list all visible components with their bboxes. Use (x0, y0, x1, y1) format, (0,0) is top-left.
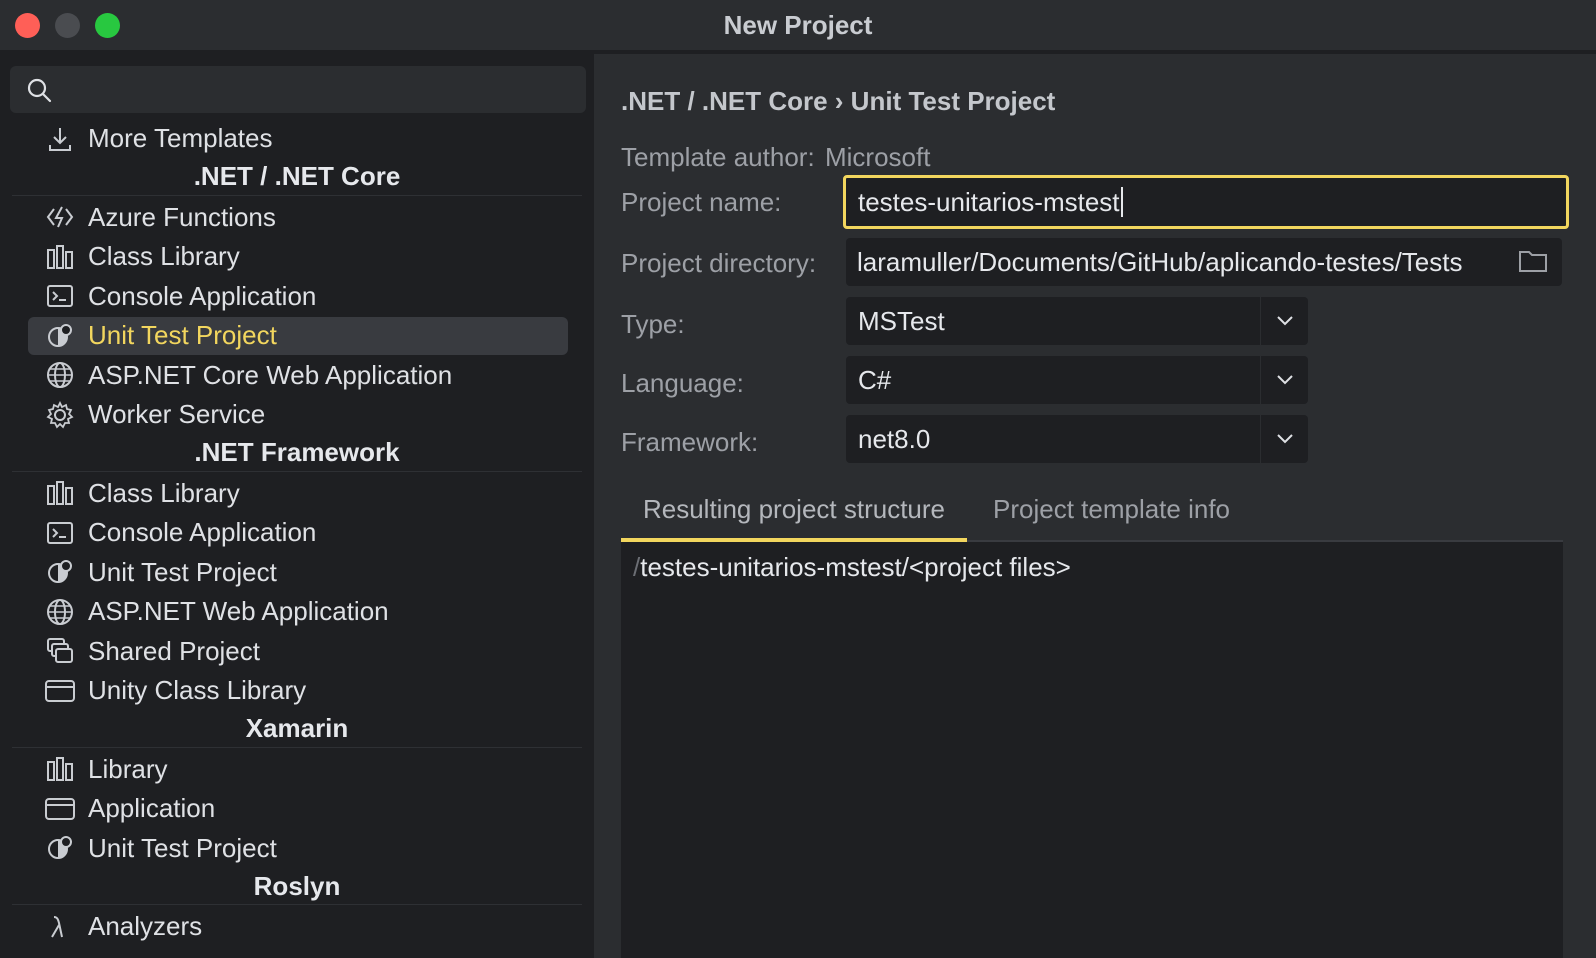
type-select[interactable]: MSTest (846, 297, 1308, 345)
structure-path: testes-unitarios-mstest/<project files> (640, 552, 1071, 582)
template-label: Unit Test Project (88, 556, 277, 587)
globe-icon (44, 359, 76, 391)
template-item-aspnet-core-web-application[interactable]: ASP.NET Core Web Application (0, 356, 594, 396)
project-name-value: testes-unitarios-mstest (858, 186, 1120, 217)
azure-functions-icon (44, 201, 76, 233)
search-icon (26, 77, 52, 108)
search-box[interactable] (10, 66, 586, 113)
text-caret (1120, 187, 1123, 217)
template-item-azure-functions[interactable]: Azure Functions (0, 198, 594, 238)
template-item-application[interactable]: Application (0, 789, 594, 829)
more-templates-item[interactable]: More Templates (0, 119, 594, 159)
gear-icon (44, 399, 76, 431)
folder-icon[interactable] (1518, 248, 1548, 281)
template-label: Analyzers (88, 911, 203, 942)
template-label: Console Application (88, 280, 317, 311)
template-label: Worker Service (88, 399, 266, 430)
project-name-label: Project name: (621, 187, 782, 217)
more-templates-label: More Templates (88, 123, 273, 154)
group-header-roslyn: Roslyn (12, 868, 582, 905)
unit-test-icon (44, 832, 76, 864)
template-label: ASP.NET Web Application (88, 596, 389, 627)
tab-resulting-project-structure[interactable]: Resulting project structure (621, 482, 967, 542)
template-item-class-library[interactable]: Class Library (0, 237, 594, 277)
framework-value: net8.0 (858, 423, 931, 454)
type-value: MSTest (858, 305, 945, 336)
template-item-unity-class-library[interactable]: Unity Class Library (0, 671, 594, 711)
template-label: Console Application (88, 517, 317, 548)
breadcrumb: .NET / .NET Core › Unit Test Project (621, 86, 1056, 116)
info-tabs: Resulting project structure Project temp… (621, 482, 1563, 542)
project-directory-value: laramuller/Documents/GitHub/aplicando-te… (857, 246, 1463, 277)
language-label: Language: (621, 368, 744, 398)
search-input[interactable] (60, 72, 560, 106)
analyzer-icon (44, 911, 76, 943)
project-directory-label: Project directory: (621, 248, 817, 278)
window-title: New Project (723, 10, 873, 40)
class-library-icon (44, 241, 76, 273)
project-structure-line: /testes-unitarios-mstest/<project files> (633, 552, 1071, 583)
chevron-down-icon[interactable] (1260, 297, 1308, 345)
template-label: Library (88, 753, 168, 784)
group-header-xamarin: Xamarin (12, 711, 582, 748)
type-label: Type: (621, 309, 685, 339)
chevron-down-icon[interactable] (1260, 415, 1308, 463)
template-label: Class Library (88, 241, 240, 272)
framework-label: Framework: (621, 427, 759, 457)
template-item-console-application[interactable]: Console Application (0, 513, 594, 553)
window-icon (44, 793, 76, 825)
template-item-unit-test-project[interactable]: Unit Test Project (0, 553, 594, 593)
class-library-icon (44, 477, 76, 509)
unit-test-icon (44, 556, 76, 588)
template-label: Class Library (88, 477, 240, 508)
window-icon (44, 675, 76, 707)
project-directory-field[interactable]: laramuller/Documents/GitHub/aplicando-te… (846, 238, 1562, 286)
unit-test-icon (44, 320, 76, 352)
class-library-icon (44, 753, 76, 785)
template-item-worker-service[interactable]: Worker Service (0, 395, 594, 435)
template-item-unit-test-project[interactable]: Unit Test Project (0, 829, 594, 869)
template-label: Unity Class Library (88, 675, 307, 706)
template-label: Unit Test Project (88, 320, 277, 351)
template-author-value: Microsoft (825, 142, 931, 172)
console-icon (44, 280, 76, 312)
template-label: Shared Project (88, 635, 260, 666)
language-value: C# (858, 364, 892, 395)
console-icon (44, 517, 76, 549)
framework-select[interactable]: net8.0 (846, 415, 1308, 463)
template-item-unit-test-project[interactable]: Unit Test Project (0, 316, 594, 356)
project-name-field[interactable]: testes-unitarios-mstest (843, 175, 1569, 229)
project-settings-panel: .NET / .NET Core › Unit Test Project Tem… (596, 54, 1596, 958)
group-header-dotnet-core: .NET / .NET Core (12, 159, 582, 196)
shared-project-icon (44, 635, 76, 667)
title-bar: New Project (0, 0, 1596, 50)
template-item-class-library[interactable]: Class Library (0, 474, 594, 514)
group-header-dotnet-framework: .NET Framework (12, 435, 582, 472)
template-label: Azure Functions (88, 201, 276, 232)
template-author-label: Template author: (621, 142, 815, 172)
project-structure-panel: /testes-unitarios-mstest/<project files> (621, 542, 1563, 958)
language-select[interactable]: C# (846, 356, 1308, 404)
download-icon (44, 123, 76, 155)
template-label: Application (88, 793, 216, 824)
globe-icon (44, 596, 76, 628)
tab-project-template-info[interactable]: Project template info (993, 482, 1230, 542)
template-list: More Templates .NET / .NET Core Azure Fu… (0, 119, 594, 947)
template-item-shared-project[interactable]: Shared Project (0, 632, 594, 672)
template-item-aspnet-web-application[interactable]: ASP.NET Web Application (0, 592, 594, 632)
template-item-analyzers[interactable]: Analyzers (0, 907, 594, 947)
template-item-console-application[interactable]: Console Application (0, 277, 594, 317)
template-label: ASP.NET Core Web Application (88, 359, 453, 390)
template-label: Unit Test Project (88, 832, 277, 863)
template-sidebar: More Templates .NET / .NET Core Azure Fu… (0, 54, 594, 958)
template-item-library[interactable]: Library (0, 750, 594, 790)
chevron-down-icon[interactable] (1260, 356, 1308, 404)
